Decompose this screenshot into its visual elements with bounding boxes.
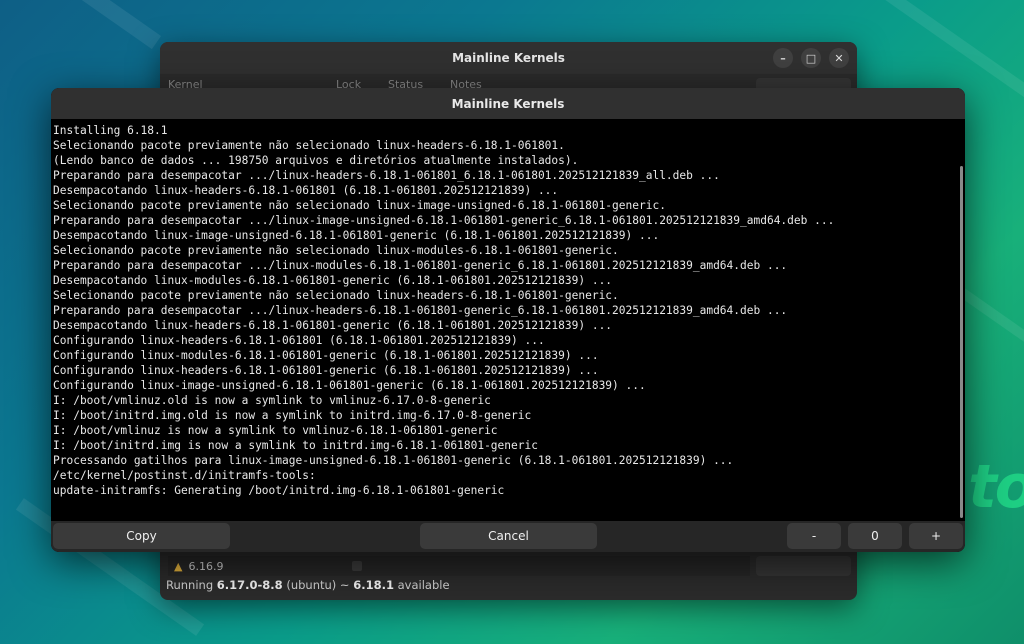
terminal-line: Selecionando pacote previamente não sele…: [53, 244, 619, 257]
terminal-scrollbar[interactable]: [960, 166, 963, 518]
terminal-line: Preparando para desempacotar .../linux-i…: [53, 214, 835, 227]
kernel-version: 6.16.9: [188, 559, 224, 573]
window-controls: – □ ✕: [773, 48, 849, 68]
terminal-line: Installing 6.18.1: [53, 124, 168, 137]
status-middle: (ubuntu) ~: [282, 578, 354, 592]
increase-button[interactable]: +: [909, 523, 963, 549]
kernel-row[interactable]: ▲ 6.16.9: [168, 556, 750, 576]
terminal-line: I: /boot/initrd.img is now a symlink to …: [53, 439, 538, 452]
terminal-line: Configurando linux-headers-6.18.1-061801…: [53, 364, 599, 377]
wallpaper-stripe: [0, 0, 162, 50]
status-bar: Running 6.17.0-8.8 (ubuntu) ~ 6.18.1 ava…: [166, 578, 450, 592]
terminal-line: Configurando linux-image-unsigned-6.18.1…: [53, 379, 646, 392]
side-button[interactable]: [756, 556, 851, 576]
terminal-line: update-initramfs: Generating /boot/initr…: [53, 484, 505, 497]
copy-button[interactable]: Copy: [53, 523, 230, 549]
back-window-title: Mainline Kernels: [452, 51, 565, 65]
terminal-line: Processando gatilhos para linux-image-un…: [53, 454, 734, 467]
terminal-line: Desempacotando linux-modules-6.18.1-0618…: [53, 274, 613, 287]
terminal-line: (Lendo banco de dados ... 198750 arquivo…: [53, 154, 579, 167]
lock-checkbox[interactable]: [352, 561, 362, 571]
wallpaper-text: to: [968, 452, 1024, 522]
status-suffix: available: [393, 578, 450, 592]
terminal-line: Preparando para desempacotar .../linux-m…: [53, 259, 788, 272]
dialog-footer: Copy Cancel - 0 +: [51, 521, 965, 552]
terminal-line: Selecionando pacote previamente não sele…: [53, 199, 666, 212]
terminal-line: Desempacotando linux-headers-6.18.1-0618…: [53, 184, 559, 197]
terminal-line: Configurando linux-headers-6.18.1-061801…: [53, 334, 545, 347]
back-window-titlebar[interactable]: Mainline Kernels – □ ✕: [160, 42, 857, 74]
dialog-title: Mainline Kernels: [451, 96, 565, 111]
maximize-icon[interactable]: □: [801, 48, 821, 68]
terminal-line: Preparando para desempacotar .../linux-h…: [53, 304, 788, 317]
cancel-button[interactable]: Cancel: [420, 523, 597, 549]
terminal-line: /etc/kernel/postinst.d/initramfs-tools:: [53, 469, 316, 482]
font-size-value: 0: [848, 523, 902, 549]
terminal-line: Desempacotando linux-headers-6.18.1-0618…: [53, 319, 613, 332]
terminal-line: Desempacotando linux-image-unsigned-6.18…: [53, 229, 660, 242]
minimize-icon[interactable]: –: [773, 48, 793, 68]
install-terminal-dialog: Mainline Kernels Installing 6.18.1 Seleci…: [51, 88, 965, 552]
tux-icon: ▲: [174, 559, 183, 573]
terminal-line: I: /boot/vmlinuz.old is now a symlink to…: [53, 394, 491, 407]
terminal-line: I: /boot/initrd.img.old is now a symlink…: [53, 409, 532, 422]
status-prefix: Running: [166, 578, 217, 592]
terminal-line: Configurando linux-modules-6.18.1-061801…: [53, 349, 599, 362]
running-version: 6.17.0-8.8: [216, 578, 283, 592]
terminal-line: _: [53, 513, 957, 518]
close-icon[interactable]: ✕: [829, 48, 849, 68]
decrease-button[interactable]: -: [787, 523, 841, 549]
dialog-titlebar[interactable]: Mainline Kernels: [51, 88, 965, 119]
available-version: 6.18.1: [353, 578, 394, 592]
terminal-line: I: /boot/vmlinuz is now a symlink to vml…: [53, 424, 498, 437]
terminal-line: Selecionando pacote previamente não sele…: [53, 289, 619, 302]
terminal-line: Selecionando pacote previamente não sele…: [53, 139, 565, 152]
terminal-line: Preparando para desempacotar .../linux-h…: [53, 169, 720, 182]
terminal-output[interactable]: Installing 6.18.1 Selecionando pacote pre…: [53, 123, 957, 518]
